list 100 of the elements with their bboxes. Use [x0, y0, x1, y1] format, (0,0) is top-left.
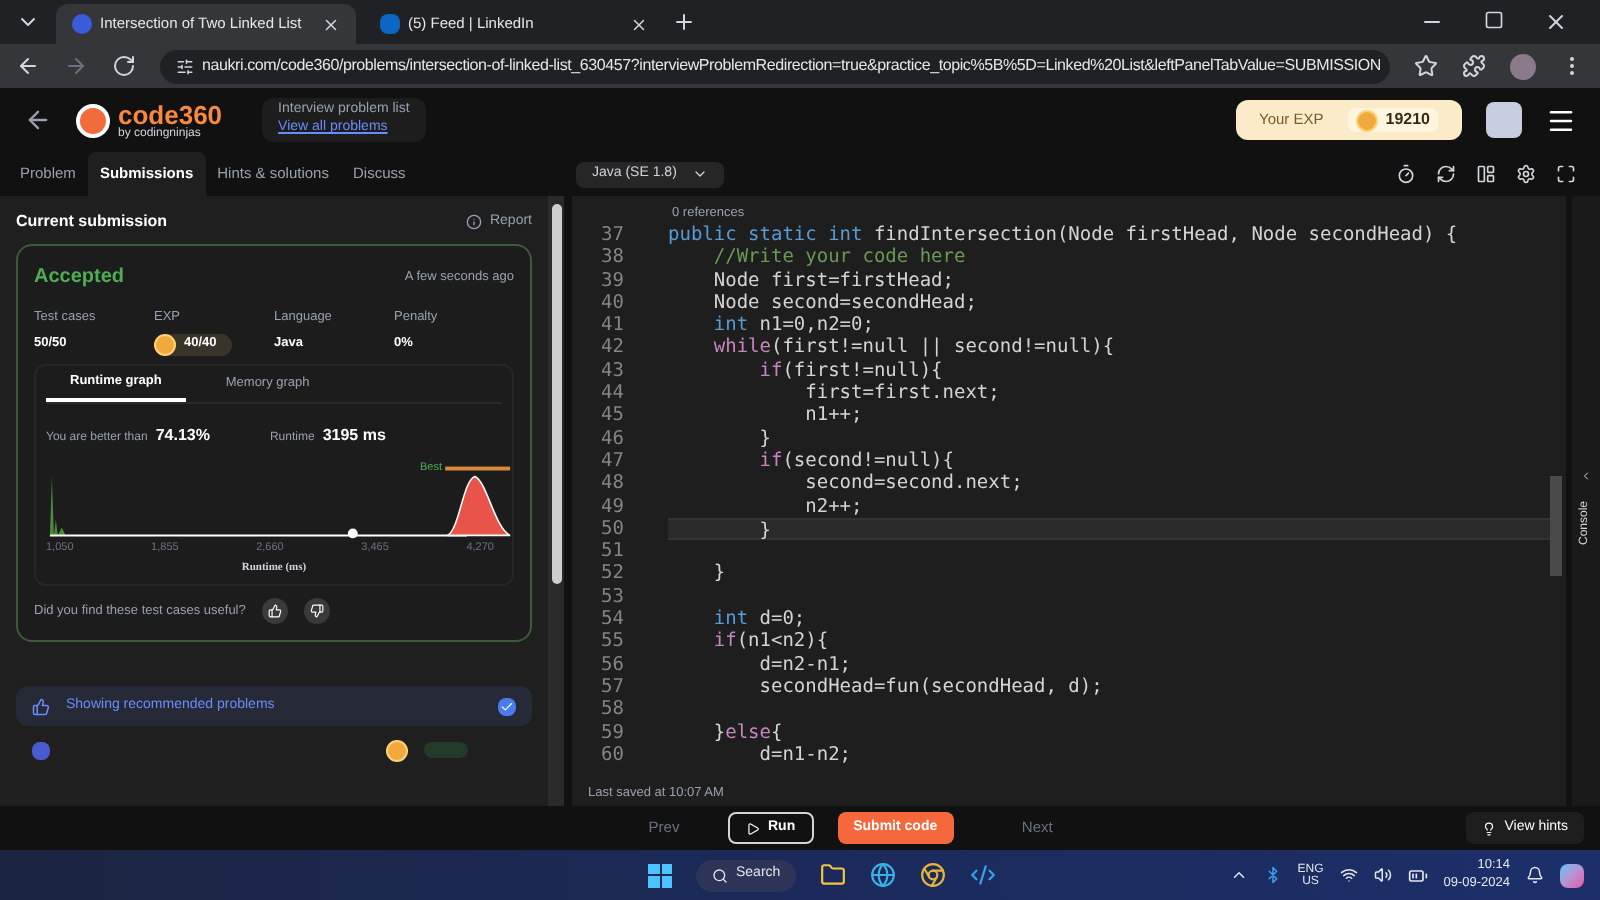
bookmark-icon[interactable]	[1414, 54, 1438, 78]
profile-avatar[interactable]	[1510, 53, 1536, 79]
code-line: }	[711, 562, 728, 586]
code-line: n2++;	[803, 495, 865, 518]
site-favicon	[72, 14, 92, 34]
line-number: 42	[601, 336, 624, 360]
code-line: if(second!=null){	[757, 449, 956, 473]
close-icon[interactable]	[322, 15, 340, 33]
info-icon	[465, 214, 482, 230]
code-line: if(first!=null){	[757, 359, 945, 383]
line-number: 40	[601, 291, 624, 315]
code-line: d=n1-n2;	[757, 743, 854, 767]
code-line: }	[757, 427, 773, 450]
thumbs-up-icon	[267, 604, 282, 619]
folder-icon[interactable]	[820, 862, 847, 888]
code-editor-icon[interactable]	[970, 862, 997, 888]
better-than-value: 74.13%	[155, 423, 210, 448]
line-number: 41	[601, 314, 624, 337]
back-icon[interactable]	[16, 54, 40, 78]
line-number: 57	[601, 675, 624, 699]
play-icon	[746, 821, 760, 835]
bluetooth-icon[interactable]	[1263, 866, 1282, 884]
wifi-icon[interactable]	[1339, 866, 1358, 884]
problem-icon	[32, 741, 50, 760]
coin-icon	[386, 739, 408, 762]
panel-scrollbar[interactable]	[548, 196, 564, 806]
windows-start-icon[interactable]	[648, 863, 672, 887]
code-line: first=first.next;	[803, 382, 1002, 405]
line-number: 44	[601, 382, 624, 405]
code-line: public static int findIntersection(Node firstHead, Node secondHead) {	[668, 224, 1460, 247]
line-number: 45	[601, 404, 624, 428]
thumbs-down-icon	[309, 604, 324, 619]
line-number: 48	[601, 472, 624, 496]
chevron-up-icon[interactable]	[1229, 866, 1248, 884]
close-icon[interactable]	[1544, 10, 1568, 34]
user-avatar[interactable]	[1486, 102, 1522, 138]
line-number: 56	[601, 653, 624, 676]
code-line: while(first!=null || second!=null){	[711, 336, 1117, 360]
code-line: int d=0;	[711, 608, 808, 631]
line-number: 38	[601, 246, 624, 270]
difficulty-tag	[424, 742, 468, 759]
timer-icon[interactable]	[1396, 164, 1416, 184]
thumbs-down-button[interactable]	[303, 598, 330, 625]
line-number: 58	[601, 698, 624, 722]
menu-icon[interactable]	[1546, 105, 1576, 135]
code-line: second=second.next;	[803, 472, 1025, 496]
restore-icon[interactable]	[1484, 10, 1504, 30]
runtime-value: 3195 ms	[322, 423, 386, 448]
recommended-checkbox[interactable]	[498, 697, 516, 716]
line-number: 59	[601, 721, 624, 744]
code-line: Node second=secondHead;	[711, 291, 979, 315]
search-icon	[712, 867, 728, 883]
code-line: }else{	[711, 721, 785, 744]
chevron-icon	[1580, 470, 1592, 482]
code-line: if(n1<n2){	[711, 630, 831, 654]
logo-icon	[76, 103, 110, 137]
address-field[interactable]: naukri.com/code360/problems/intersection-of-linked-list_630457?interviewProblemRedirection=true&practice_topic%5B%5D=Linked%20List&leftPanelTabValue=SUBMISSION	[160, 49, 1390, 83]
line-number: 53	[601, 585, 624, 609]
code-line: Node first=firstHead;	[711, 269, 956, 292]
line-number: 46	[601, 427, 624, 450]
coin-icon	[1355, 109, 1378, 131]
new-tab-icon[interactable]	[672, 10, 696, 34]
line-number: 55	[601, 630, 624, 654]
line-number: 37	[601, 224, 624, 247]
close-icon[interactable]	[630, 15, 648, 33]
thumbs-up-icon	[32, 697, 50, 716]
exp-value: 19210	[1385, 108, 1430, 132]
code-line: secondHead=fun(secondHead, d);	[757, 675, 1105, 699]
site-favicon	[380, 14, 400, 34]
site-info-icon[interactable]	[176, 57, 194, 75]
line-number: 49	[601, 495, 624, 518]
code-line: //Write your code here	[711, 246, 968, 270]
fullscreen-icon[interactable]	[1556, 164, 1576, 184]
back-icon[interactable]	[24, 106, 52, 134]
logo-text: code360	[118, 101, 223, 127]
code-line: d=n2-n1;	[757, 653, 854, 676]
reload-icon[interactable]	[112, 54, 136, 78]
forward-icon[interactable]	[64, 54, 88, 78]
settings-icon[interactable]	[1516, 164, 1536, 184]
line-number: 52	[601, 562, 624, 586]
layout-icon[interactable]	[1476, 164, 1496, 184]
line-number: 43	[601, 359, 624, 383]
line-number: 54	[601, 608, 624, 631]
caret-icon	[692, 166, 709, 182]
status-text: Accepted	[34, 264, 125, 292]
line-number: 39	[601, 269, 624, 292]
section-title: Current submission	[16, 210, 168, 234]
line-number: 60	[601, 743, 624, 767]
reset-icon[interactable]	[1436, 164, 1456, 184]
battery-icon[interactable]	[1407, 865, 1428, 885]
extensions-icon[interactable]	[1462, 54, 1486, 78]
line-number: 47	[601, 449, 624, 473]
volume-icon[interactable]	[1373, 866, 1392, 884]
lightbulb-icon	[1482, 821, 1497, 835]
line-number: 51	[601, 540, 624, 563]
browser-icon[interactable]	[870, 862, 897, 888]
code-line: n1++;	[803, 404, 865, 428]
thumbs-up-button[interactable]	[261, 598, 288, 625]
line-number: 50	[601, 517, 624, 541]
notification-icon[interactable]	[1526, 866, 1544, 884]
